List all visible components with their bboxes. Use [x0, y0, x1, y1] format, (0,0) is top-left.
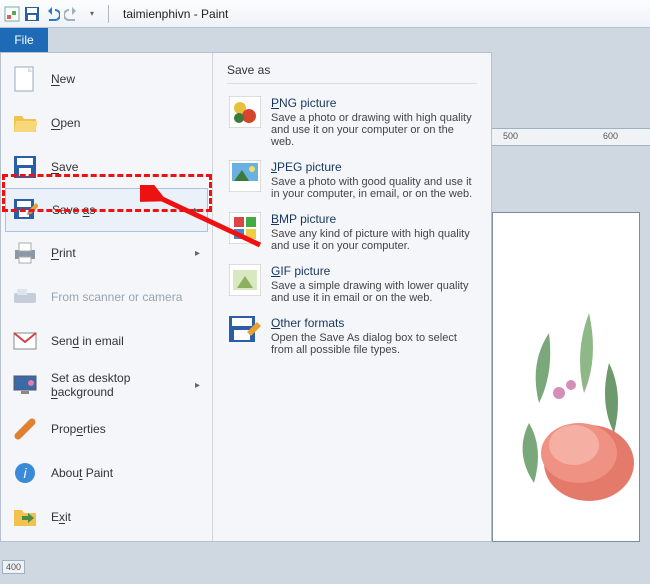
- other-formats-icon: [229, 316, 261, 348]
- file-menu: New Open Save Save as Print From scanner…: [0, 52, 492, 542]
- menu-exit[interactable]: Exit: [1, 495, 212, 539]
- scanner-icon: [13, 285, 37, 309]
- gif-desc: Save a simple drawing with lower quality…: [271, 280, 475, 304]
- properties-icon: [13, 417, 37, 441]
- save-icon[interactable]: [24, 6, 40, 22]
- window-title: taimienphivn - Paint: [123, 7, 228, 21]
- ruler-tick-v: 400: [2, 560, 25, 574]
- new-icon: [13, 67, 37, 91]
- email-icon: [13, 329, 37, 353]
- submenu-title: Save as: [227, 63, 477, 84]
- menu-properties[interactable]: Properties: [1, 407, 212, 451]
- menu-about[interactable]: i About Paint: [1, 451, 212, 495]
- desktop-icon: [13, 373, 37, 397]
- save-as-jpeg[interactable]: JPEG pictureSave a photo with good quali…: [227, 154, 477, 206]
- menu-save[interactable]: Save: [1, 145, 212, 189]
- save-icon: [13, 155, 37, 179]
- file-menu-left: New Open Save Save as Print From scanner…: [1, 53, 213, 541]
- menu-scanner: From scanner or camera: [1, 275, 212, 319]
- menu-scanner-label: From scanner or camera: [51, 290, 200, 304]
- app-icon: [4, 6, 20, 22]
- file-tab[interactable]: File: [0, 28, 48, 52]
- redo-icon[interactable]: [64, 6, 80, 22]
- save-as-other[interactable]: Other formatsOpen the Save As dialog box…: [227, 310, 477, 362]
- menu-new-label: ew: [60, 72, 75, 86]
- quick-access-toolbar: ▾: [4, 5, 113, 23]
- open-icon: [13, 111, 37, 135]
- menu-save-as[interactable]: Save as: [5, 188, 208, 232]
- menu-email[interactable]: Send in email: [1, 319, 212, 363]
- bmp-icon: [229, 212, 261, 244]
- canvas[interactable]: [492, 212, 640, 542]
- exit-icon: [13, 505, 37, 529]
- menu-print[interactable]: Print: [1, 231, 212, 275]
- bmp-desc: Save any kind of picture with high quali…: [271, 228, 475, 252]
- menu-new[interactable]: New: [1, 57, 212, 101]
- png-desc: Save a photo or drawing with high qualit…: [271, 112, 475, 148]
- save-as-bmp[interactable]: BMP pictureSave any kind of picture with…: [227, 206, 477, 258]
- gif-icon: [229, 264, 261, 296]
- menu-desktop-bg[interactable]: Set as desktop background: [1, 363, 212, 407]
- qat-dropdown-icon[interactable]: ▾: [84, 6, 100, 22]
- jpeg-icon: [229, 160, 261, 192]
- save-as-submenu: Save as PNG pictureSave a photo or drawi…: [213, 53, 491, 541]
- save-as-gif[interactable]: GIF pictureSave a simple drawing with lo…: [227, 258, 477, 310]
- titlebar: ▾ taimienphivn - Paint: [0, 0, 650, 28]
- jpeg-desc: Save a photo with good quality and use i…: [271, 176, 475, 200]
- save-as-png[interactable]: PNG pictureSave a photo or drawing with …: [227, 90, 477, 154]
- save-as-icon: [14, 198, 38, 222]
- undo-icon[interactable]: [44, 6, 60, 22]
- canvas-image: [492, 273, 640, 533]
- ruler-tick: 600: [603, 131, 618, 141]
- print-icon: [13, 241, 37, 265]
- png-icon: [229, 96, 261, 128]
- about-icon: i: [13, 461, 37, 485]
- menu-open[interactable]: Open: [1, 101, 212, 145]
- ruler-tick: 500: [503, 131, 518, 141]
- other-desc: Open the Save As dialog box to select fr…: [271, 332, 475, 356]
